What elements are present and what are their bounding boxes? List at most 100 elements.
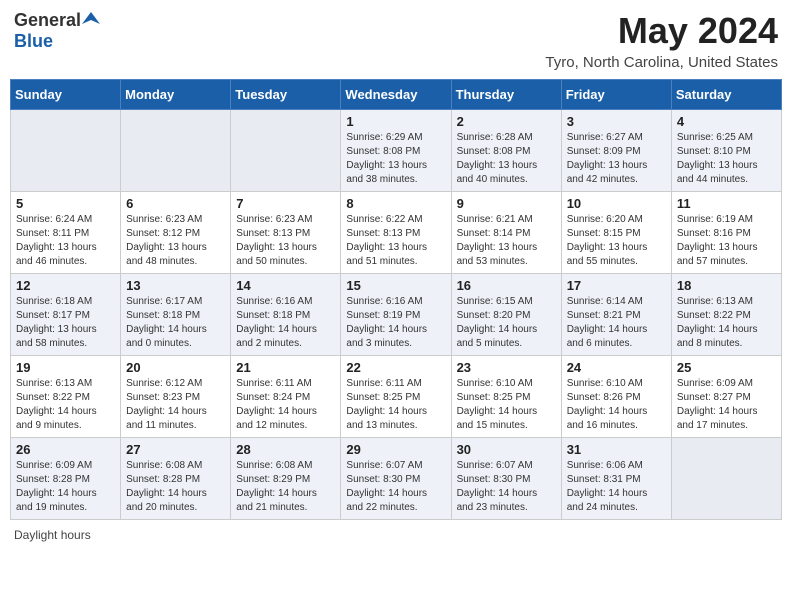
daylight-text: Daylight: 14 hours and 23 minutes.: [457, 487, 556, 515]
day-number: 10: [567, 196, 666, 211]
day-number: 6: [126, 196, 225, 211]
table-row: 18 Sunrise: 6:13 AM Sunset: 8:22 PM Dayl…: [671, 274, 781, 356]
table-row: 3 Sunrise: 6:27 AM Sunset: 8:09 PM Dayli…: [561, 110, 671, 192]
calendar-table: Sunday Monday Tuesday Wednesday Thursday…: [10, 79, 782, 520]
sunset-text: Sunset: 8:29 PM: [236, 473, 335, 487]
calendar-week-row: 1 Sunrise: 6:29 AM Sunset: 8:08 PM Dayli…: [11, 110, 782, 192]
daylight-text: Daylight: 14 hours and 8 minutes.: [677, 323, 776, 351]
sunset-text: Sunset: 8:15 PM: [567, 227, 666, 241]
sunrise-text: Sunrise: 6:29 AM: [346, 131, 445, 145]
daylight-text: Daylight: 13 hours and 55 minutes.: [567, 241, 666, 269]
day-number: 26: [16, 442, 115, 457]
daylight-text: Daylight: 13 hours and 42 minutes.: [567, 159, 666, 187]
footer: Daylight hours: [10, 528, 782, 542]
sunrise-text: Sunrise: 6:11 AM: [236, 377, 335, 391]
sunrise-text: Sunrise: 6:27 AM: [567, 131, 666, 145]
sunrise-text: Sunrise: 6:07 AM: [457, 459, 556, 473]
calendar-header-row: Sunday Monday Tuesday Wednesday Thursday…: [11, 80, 782, 110]
day-number: 1: [346, 114, 445, 129]
daylight-text: Daylight: 14 hours and 24 minutes.: [567, 487, 666, 515]
day-info: Sunrise: 6:14 AM Sunset: 8:21 PM Dayligh…: [567, 295, 666, 351]
sunset-text: Sunset: 8:30 PM: [457, 473, 556, 487]
daylight-text: Daylight: 13 hours and 44 minutes.: [677, 159, 776, 187]
logo-bird-icon: [82, 10, 100, 28]
table-row: [231, 110, 341, 192]
day-number: 19: [16, 360, 115, 375]
day-info: Sunrise: 6:13 AM Sunset: 8:22 PM Dayligh…: [677, 295, 776, 351]
col-saturday: Saturday: [671, 80, 781, 110]
daylight-text: Daylight: 14 hours and 3 minutes.: [346, 323, 445, 351]
calendar-week-row: 12 Sunrise: 6:18 AM Sunset: 8:17 PM Dayl…: [11, 274, 782, 356]
table-row: 23 Sunrise: 6:10 AM Sunset: 8:25 PM Dayl…: [451, 356, 561, 438]
sunrise-text: Sunrise: 6:12 AM: [126, 377, 225, 391]
sunrise-text: Sunrise: 6:10 AM: [567, 377, 666, 391]
daylight-text: Daylight: 14 hours and 13 minutes.: [346, 405, 445, 433]
sunset-text: Sunset: 8:13 PM: [236, 227, 335, 241]
day-number: 17: [567, 278, 666, 293]
table-row: 17 Sunrise: 6:14 AM Sunset: 8:21 PM Dayl…: [561, 274, 671, 356]
day-info: Sunrise: 6:23 AM Sunset: 8:13 PM Dayligh…: [236, 213, 335, 269]
day-info: Sunrise: 6:09 AM Sunset: 8:27 PM Dayligh…: [677, 377, 776, 433]
daylight-text: Daylight: 14 hours and 16 minutes.: [567, 405, 666, 433]
day-info: Sunrise: 6:23 AM Sunset: 8:12 PM Dayligh…: [126, 213, 225, 269]
day-info: Sunrise: 6:07 AM Sunset: 8:30 PM Dayligh…: [346, 459, 445, 515]
day-number: 14: [236, 278, 335, 293]
col-thursday: Thursday: [451, 80, 561, 110]
day-info: Sunrise: 6:28 AM Sunset: 8:08 PM Dayligh…: [457, 131, 556, 187]
day-number: 31: [567, 442, 666, 457]
day-number: 18: [677, 278, 776, 293]
table-row: 22 Sunrise: 6:11 AM Sunset: 8:25 PM Dayl…: [341, 356, 451, 438]
daylight-text: Daylight: 14 hours and 22 minutes.: [346, 487, 445, 515]
sunset-text: Sunset: 8:23 PM: [126, 391, 225, 405]
sunrise-text: Sunrise: 6:25 AM: [677, 131, 776, 145]
day-number: 20: [126, 360, 225, 375]
table-row: 16 Sunrise: 6:15 AM Sunset: 8:20 PM Dayl…: [451, 274, 561, 356]
table-row: 28 Sunrise: 6:08 AM Sunset: 8:29 PM Dayl…: [231, 438, 341, 520]
sunrise-text: Sunrise: 6:20 AM: [567, 213, 666, 227]
table-row: 7 Sunrise: 6:23 AM Sunset: 8:13 PM Dayli…: [231, 192, 341, 274]
daylight-text: Daylight: 13 hours and 53 minutes.: [457, 241, 556, 269]
logo-general-text: General: [14, 10, 81, 31]
day-info: Sunrise: 6:29 AM Sunset: 8:08 PM Dayligh…: [346, 131, 445, 187]
sunrise-text: Sunrise: 6:23 AM: [236, 213, 335, 227]
sunset-text: Sunset: 8:25 PM: [346, 391, 445, 405]
day-number: 9: [457, 196, 556, 211]
calendar-subtitle: Tyro, North Carolina, United States: [545, 54, 778, 71]
daylight-text: Daylight: 14 hours and 21 minutes.: [236, 487, 335, 515]
sunrise-text: Sunrise: 6:13 AM: [16, 377, 115, 391]
day-info: Sunrise: 6:15 AM Sunset: 8:20 PM Dayligh…: [457, 295, 556, 351]
day-info: Sunrise: 6:20 AM Sunset: 8:15 PM Dayligh…: [567, 213, 666, 269]
title-section: May 2024 Tyro, North Carolina, United St…: [545, 10, 778, 71]
logo-blue-text: Blue: [14, 31, 53, 52]
sunset-text: Sunset: 8:31 PM: [567, 473, 666, 487]
day-info: Sunrise: 6:09 AM Sunset: 8:28 PM Dayligh…: [16, 459, 115, 515]
sunset-text: Sunset: 8:22 PM: [677, 309, 776, 323]
sunrise-text: Sunrise: 6:16 AM: [236, 295, 335, 309]
table-row: 11 Sunrise: 6:19 AM Sunset: 8:16 PM Dayl…: [671, 192, 781, 274]
header: General Blue May 2024 Tyro, North Caroli…: [10, 10, 782, 71]
sunrise-text: Sunrise: 6:21 AM: [457, 213, 556, 227]
sunset-text: Sunset: 8:09 PM: [567, 145, 666, 159]
table-row: 2 Sunrise: 6:28 AM Sunset: 8:08 PM Dayli…: [451, 110, 561, 192]
day-info: Sunrise: 6:06 AM Sunset: 8:31 PM Dayligh…: [567, 459, 666, 515]
sunrise-text: Sunrise: 6:10 AM: [457, 377, 556, 391]
day-number: 5: [16, 196, 115, 211]
table-row: 26 Sunrise: 6:09 AM Sunset: 8:28 PM Dayl…: [11, 438, 121, 520]
sunrise-text: Sunrise: 6:28 AM: [457, 131, 556, 145]
table-row: 19 Sunrise: 6:13 AM Sunset: 8:22 PM Dayl…: [11, 356, 121, 438]
sunrise-text: Sunrise: 6:15 AM: [457, 295, 556, 309]
day-number: 27: [126, 442, 225, 457]
day-number: 28: [236, 442, 335, 457]
daylight-text: Daylight: 14 hours and 19 minutes.: [16, 487, 115, 515]
day-number: 21: [236, 360, 335, 375]
sunrise-text: Sunrise: 6:09 AM: [677, 377, 776, 391]
day-info: Sunrise: 6:21 AM Sunset: 8:14 PM Dayligh…: [457, 213, 556, 269]
table-row: 5 Sunrise: 6:24 AM Sunset: 8:11 PM Dayli…: [11, 192, 121, 274]
table-row: [11, 110, 121, 192]
daylight-text: Daylight: 13 hours and 48 minutes.: [126, 241, 225, 269]
day-number: 15: [346, 278, 445, 293]
sunset-text: Sunset: 8:17 PM: [16, 309, 115, 323]
day-info: Sunrise: 6:10 AM Sunset: 8:26 PM Dayligh…: [567, 377, 666, 433]
day-info: Sunrise: 6:08 AM Sunset: 8:29 PM Dayligh…: [236, 459, 335, 515]
table-row: 1 Sunrise: 6:29 AM Sunset: 8:08 PM Dayli…: [341, 110, 451, 192]
